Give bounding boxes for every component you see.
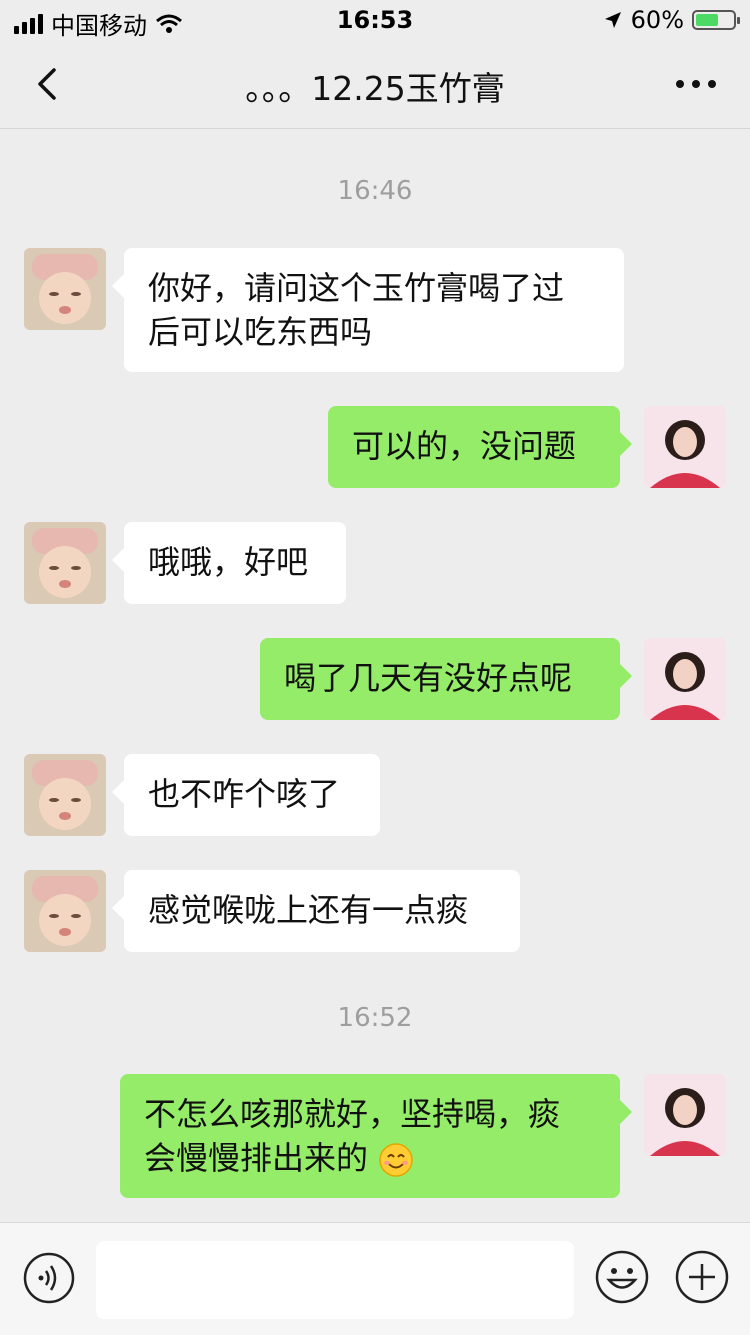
contact-avatar[interactable] bbox=[24, 248, 106, 330]
message-bubble-received: 也不咋个咳了 bbox=[112, 754, 380, 836]
battery-percent: 60% bbox=[630, 6, 684, 34]
timestamp: 16:52 bbox=[337, 1003, 413, 1033]
message-text: 可以的，没问题 bbox=[352, 427, 577, 465]
status-bar: 中国移动 16:53 60% bbox=[0, 0, 750, 40]
more-options-icon[interactable] bbox=[672, 66, 720, 102]
timestamp: 16:46 bbox=[337, 176, 413, 206]
message-bubble-sent: 喝了几天有没好点呢 bbox=[260, 638, 632, 720]
message-bubble-sent: 可以的，没问题 bbox=[328, 406, 632, 488]
my-avatar[interactable] bbox=[644, 638, 726, 720]
contact-avatar[interactable] bbox=[24, 870, 106, 952]
nav-bar: 。。。12.25玉竹膏 bbox=[0, 40, 750, 129]
message-text: 感觉喉咙上还有一点痰 bbox=[148, 891, 469, 929]
message-text: 不怎么咳那就好，坚持喝，痰 bbox=[144, 1095, 561, 1133]
message-text: 后可以吃东西吗 bbox=[148, 313, 373, 351]
message-text: 哦哦，好吧 bbox=[148, 543, 309, 581]
location-arrow-icon bbox=[604, 12, 621, 28]
voice-input-button[interactable] bbox=[22, 1251, 76, 1305]
message-text: 你好，请问这个玉竹膏喝了过 bbox=[148, 269, 565, 307]
battery-icon bbox=[692, 10, 740, 30]
smiling-face-emoji-icon bbox=[379, 1143, 413, 1177]
chat-title: 。。。12.25玉竹膏 bbox=[245, 69, 505, 108]
my-avatar[interactable] bbox=[644, 1074, 726, 1156]
add-more-button[interactable] bbox=[674, 1249, 730, 1305]
emoji-button[interactable] bbox=[594, 1249, 650, 1305]
back-icon[interactable] bbox=[30, 64, 70, 104]
message-bubble-sent: 不怎么咳那就好，坚持喝，痰 会慢慢排出来的 bbox=[120, 1074, 632, 1198]
message-text: 也不咋个咳了 bbox=[148, 775, 341, 813]
message-line: 会慢慢排出来的 bbox=[144, 1136, 596, 1180]
battery-fill bbox=[696, 14, 718, 26]
message-bubble-received: 哦哦，好吧 bbox=[112, 522, 346, 604]
message-text: 喝了几天有没好点呢 bbox=[284, 659, 573, 697]
message-bubble-received: 你好，请问这个玉竹膏喝了过 后可以吃东西吗 bbox=[112, 248, 624, 372]
status-right: 60% bbox=[603, 6, 740, 34]
my-avatar[interactable] bbox=[644, 406, 726, 488]
contact-avatar[interactable] bbox=[24, 522, 106, 604]
contact-avatar[interactable] bbox=[24, 754, 106, 836]
input-bar bbox=[0, 1222, 750, 1335]
message-input[interactable] bbox=[96, 1241, 574, 1319]
message-text: 会慢慢排出来的 bbox=[144, 1139, 369, 1177]
message-bubble-received: 感觉喉咙上还有一点痰 bbox=[112, 870, 520, 952]
